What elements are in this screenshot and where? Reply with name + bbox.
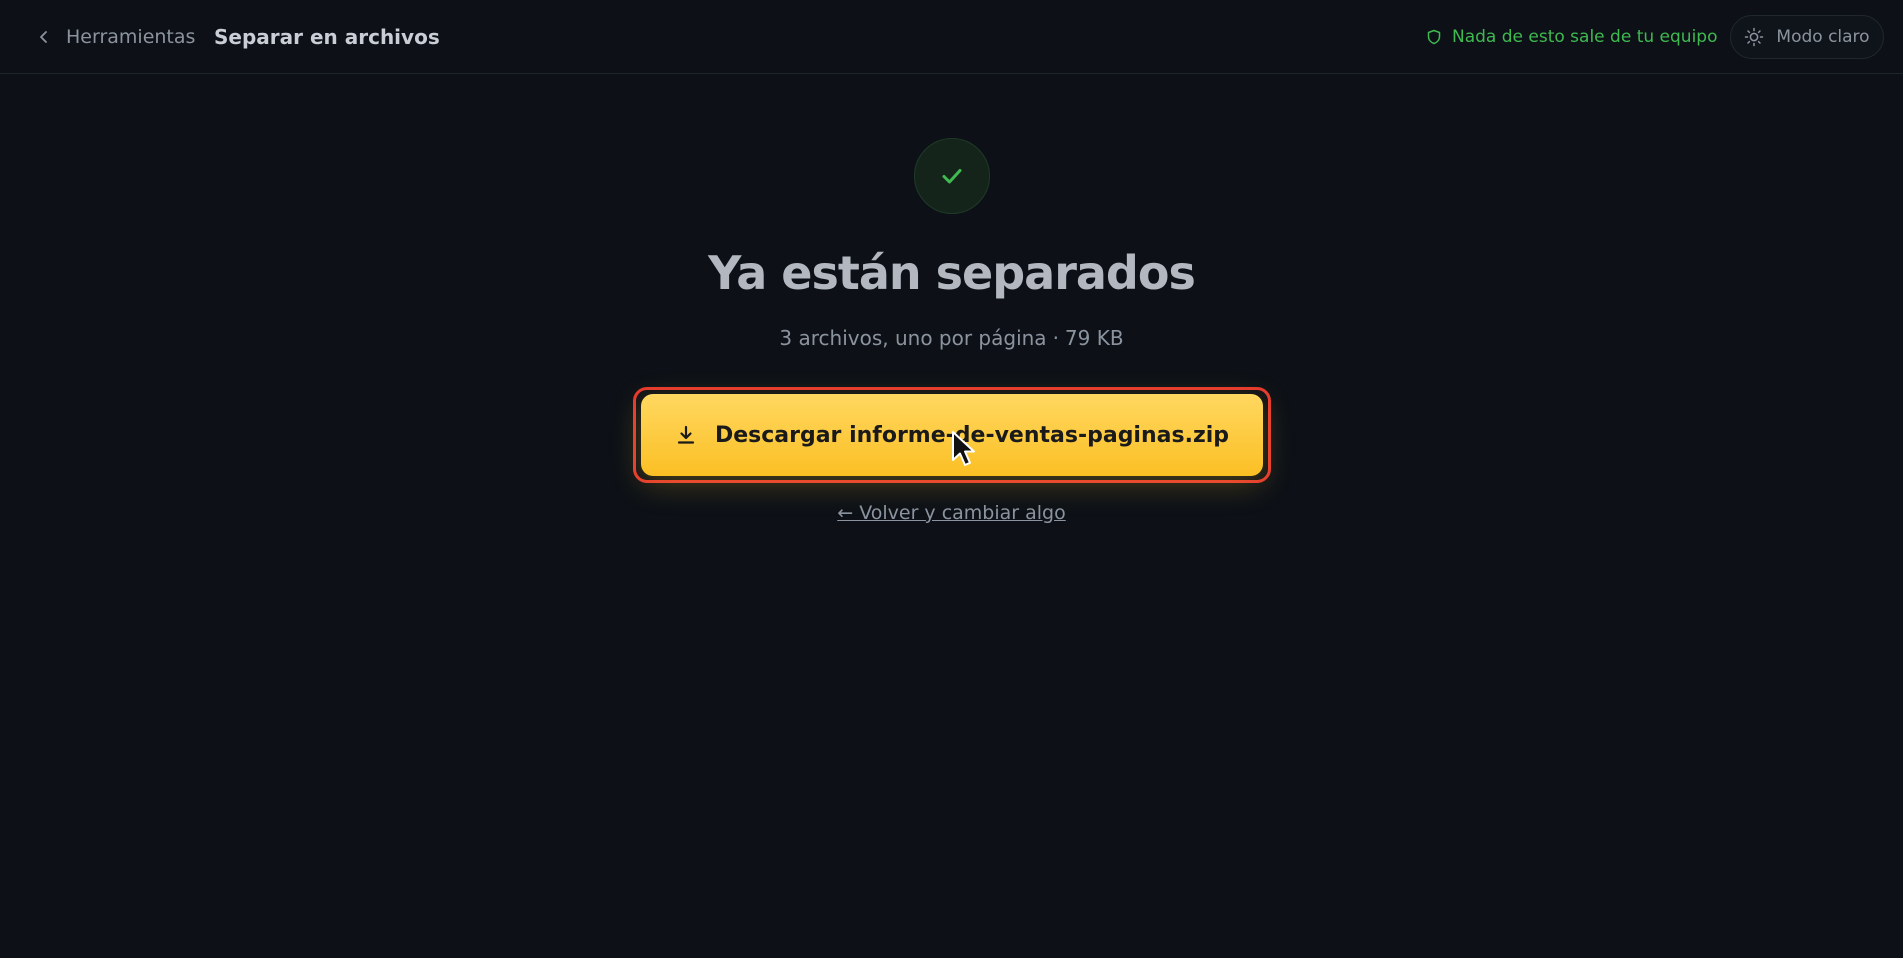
go-back-link-row: ← Volver y cambiar algo xyxy=(0,502,1903,524)
back-label: Herramientas xyxy=(66,26,196,48)
result-headline: Ya están separados xyxy=(708,246,1196,300)
privacy-note: Nada de esto sale de tu equipo xyxy=(1426,22,1717,52)
file-count-text: 3 archivos, uno por página xyxy=(779,326,1047,350)
go-back-link[interactable]: ← Volver y cambiar algo xyxy=(837,502,1066,524)
page-title: Separar en archivos xyxy=(214,25,440,49)
theme-toggle-button[interactable]: Modo claro xyxy=(1730,15,1884,59)
file-size-text: 79 KB xyxy=(1064,326,1124,350)
theme-toggle-label: Modo claro xyxy=(1776,27,1870,47)
top-bar: Herramientas Separar en archivos Nada de… xyxy=(0,0,1903,74)
privacy-text: Nada de esto sale de tu equipo xyxy=(1452,27,1718,47)
summary-separator: · xyxy=(1052,326,1059,350)
back-to-tools-link[interactable]: Herramientas xyxy=(36,22,195,52)
chevron-left-icon xyxy=(40,31,47,43)
shield-icon xyxy=(1427,29,1441,45)
success-badge xyxy=(914,138,990,214)
result-summary: 3 archivos, uno por página · 79 KB xyxy=(0,326,1903,350)
sun-icon xyxy=(1745,27,1764,47)
download-icon xyxy=(677,425,695,444)
check-icon xyxy=(942,169,962,184)
mouse-pointer-icon xyxy=(952,431,975,466)
